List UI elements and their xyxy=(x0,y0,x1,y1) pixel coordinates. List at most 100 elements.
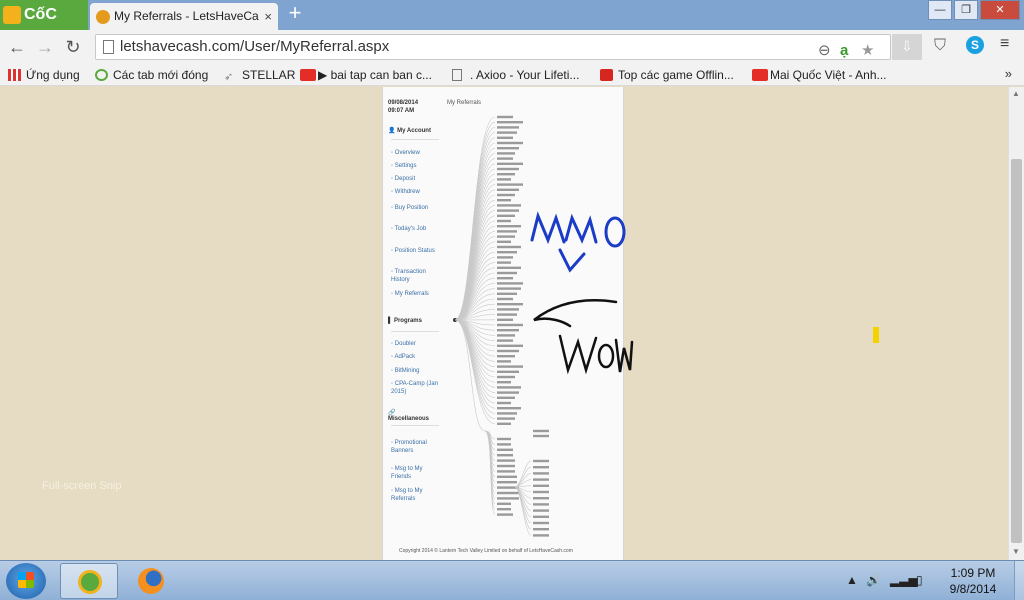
tree-node-label[interactable] xyxy=(497,437,511,441)
bookmark-stellar[interactable]: ➶ STELLAR xyxy=(224,67,295,83)
reload-button[interactable]: ↻ xyxy=(62,36,84,58)
taskbar-firefox[interactable] xyxy=(122,563,180,599)
tree-node-label[interactable] xyxy=(497,318,513,321)
tree-node-label[interactable] xyxy=(497,173,515,176)
tree-node-label[interactable] xyxy=(497,225,521,228)
tree-node-label[interactable] xyxy=(497,115,513,119)
scroll-down-icon[interactable]: ▼ xyxy=(1012,547,1020,556)
vertical-scrollbar[interactable]: ▲ ▼ xyxy=(1008,87,1024,560)
sidebar-item-my-referrals[interactable]: ◦ My Referrals xyxy=(391,290,441,298)
network-signal-icon[interactable]: ▂▃▅ xyxy=(890,573,918,587)
tree-node-label[interactable] xyxy=(533,534,549,537)
new-tab-button[interactable]: + xyxy=(284,2,306,25)
tree-node-label[interactable] xyxy=(497,470,515,473)
tree-node-label[interactable] xyxy=(497,219,511,223)
scrollbar-thumb[interactable] xyxy=(1011,159,1022,543)
tree-node-label[interactable] xyxy=(497,235,515,238)
sidebar-item-msg-to-my-friends[interactable]: ◦ Msg to My Friends xyxy=(391,465,441,481)
zoom-icon[interactable]: ⊖ xyxy=(818,39,831,63)
tree-node-label[interactable] xyxy=(497,381,511,384)
taskbar-coccoc[interactable] xyxy=(60,563,118,599)
bookmark-star-icon[interactable]: ★ xyxy=(861,39,874,63)
bookmark-axioo[interactable]: . Axioo - Your Lifeti... xyxy=(452,67,579,83)
tree-node-label[interactable] xyxy=(497,407,521,410)
skype-icon[interactable]: S xyxy=(966,36,984,54)
tree-node-label[interactable] xyxy=(533,515,549,518)
tree-node-label[interactable] xyxy=(497,136,513,139)
tree-node-label[interactable] xyxy=(497,183,523,186)
tab-close-icon[interactable]: × xyxy=(264,3,272,30)
tree-node-label[interactable] xyxy=(497,178,511,181)
show-hidden-icons[interactable]: ▲ xyxy=(846,573,858,587)
shield-icon[interactable]: ⛉ xyxy=(934,37,946,55)
system-clock[interactable]: 1:09 PM 9/8/2014 xyxy=(930,565,1016,597)
coccoc-brand-button[interactable]: CốC CốC xyxy=(0,0,88,53)
tree-node-label[interactable] xyxy=(533,459,549,463)
menu-icon[interactable]: ≡ xyxy=(1000,35,1009,53)
bookmark-games[interactable]: Top các game Offlin... xyxy=(600,67,734,83)
tree-node-label[interactable] xyxy=(497,386,521,389)
tree-node-label[interactable] xyxy=(497,349,519,353)
sidebar-item-promotional-banners[interactable]: ◦ Promotional Banners xyxy=(391,439,441,455)
sidebar-item-position-status[interactable]: ◦ Position Status xyxy=(391,247,441,255)
tree-node-label[interactable] xyxy=(533,434,549,438)
tree-node-label[interactable] xyxy=(497,497,519,500)
sidebar-item-overview[interactable]: ◦ Overview xyxy=(391,149,441,157)
tree-node-label[interactable] xyxy=(497,199,511,202)
tree-node-label[interactable] xyxy=(533,429,549,433)
sidebar-item-withdrew[interactable]: ◦ Withdrew xyxy=(391,188,441,196)
sidebar-item-transaction-history[interactable]: ◦ Transaction History xyxy=(391,268,441,284)
tree-node-label[interactable] xyxy=(497,277,513,280)
tree-node-label[interactable] xyxy=(497,131,517,134)
vietnamese-input-icon[interactable]: ạ xyxy=(840,39,848,63)
tree-node-label[interactable] xyxy=(533,478,549,481)
tree-node-label[interactable] xyxy=(497,508,511,511)
sidebar-item-settings[interactable]: ◦ Settings xyxy=(391,162,441,170)
bookmark-apps[interactable]: Ứng dụng xyxy=(8,67,80,83)
tree-node-label[interactable] xyxy=(533,472,549,475)
sidebar-item-doubler[interactable]: ◦ Doubler xyxy=(391,340,441,348)
tree-node-label[interactable] xyxy=(497,443,511,446)
tree-node-label[interactable] xyxy=(497,193,515,197)
tree-node-label[interactable] xyxy=(497,391,519,394)
tree-node-label[interactable] xyxy=(497,162,523,165)
tree-node-label[interactable] xyxy=(497,459,515,462)
tree-node-label[interactable] xyxy=(533,484,549,487)
sidebar-item-today-s-job[interactable]: ◦ Today's Job xyxy=(391,225,441,233)
tree-node-label[interactable] xyxy=(497,339,513,342)
tree-node-label[interactable] xyxy=(497,491,519,495)
sidebar-item-adpack[interactable]: ◦ AdPack xyxy=(391,353,441,361)
volume-icon[interactable]: 🔊 xyxy=(866,573,881,587)
tree-node-label[interactable] xyxy=(497,313,517,316)
tree-node-label[interactable] xyxy=(497,297,513,301)
tree-node-label[interactable] xyxy=(533,466,549,469)
tree-node-label[interactable] xyxy=(497,464,515,468)
tree-node-label[interactable] xyxy=(497,256,513,259)
tree-node-label[interactable] xyxy=(497,121,523,124)
tree-node-label[interactable] xyxy=(497,126,519,129)
tree-node-label[interactable] xyxy=(497,245,521,249)
tree-node-label[interactable] xyxy=(533,509,549,512)
scroll-up-icon[interactable]: ▲ xyxy=(1012,89,1020,98)
tree-node-label[interactable] xyxy=(497,448,513,451)
sidebar-item-deposit[interactable]: ◦ Deposit xyxy=(391,175,441,183)
back-button[interactable]: ← xyxy=(6,36,28,58)
address-bar[interactable]: letshavecash.com/User/MyReferral.aspx ⊖ … xyxy=(95,34,891,60)
tree-node-label[interactable] xyxy=(497,396,515,399)
tree-node-label[interactable] xyxy=(497,271,517,275)
tree-node-label[interactable] xyxy=(497,370,519,373)
minimize-button[interactable]: — xyxy=(928,0,952,20)
tree-node-label[interactable] xyxy=(497,292,517,295)
bookmarks-more-button[interactable]: » xyxy=(1005,66,1012,81)
tree-node-label[interactable] xyxy=(497,230,517,233)
tree-node-label[interactable] xyxy=(533,497,549,500)
restore-button[interactable]: ❐ xyxy=(954,0,978,20)
tree-node-label[interactable] xyxy=(497,141,523,145)
close-window-button[interactable]: ✕ xyxy=(980,0,1020,20)
tree-node-label[interactable] xyxy=(497,454,513,457)
tree-node-label[interactable] xyxy=(497,513,513,516)
sidebar-item-cpa-camp-jan-2015[interactable]: ◦ CPA-Camp (Jan 2015) xyxy=(391,380,441,396)
tree-node-label[interactable] xyxy=(497,152,515,155)
tree-node-label[interactable] xyxy=(497,204,521,207)
sidebar-item-buy-position[interactable]: ◦ Buy Position xyxy=(391,204,441,212)
